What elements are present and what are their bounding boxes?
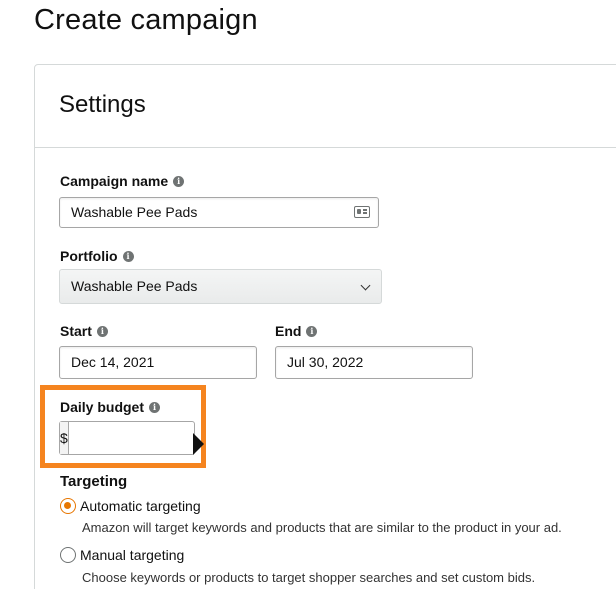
- daily-budget-field: $: [59, 421, 262, 455]
- portfolio-label-text: Portfolio: [60, 248, 118, 264]
- end-date-label-text: End: [275, 323, 302, 339]
- contact-card-icon[interactable]: [354, 206, 370, 218]
- targeting-label: Targeting: [60, 473, 128, 490]
- info-icon[interactable]: i: [122, 250, 134, 262]
- manual-targeting-label: Manual targeting: [80, 547, 185, 563]
- daily-budget-input[interactable]: [68, 422, 262, 454]
- campaign-name-input[interactable]: Washable Pee Pads: [59, 197, 379, 228]
- info-icon[interactable]: i: [306, 325, 318, 337]
- campaign-name-label: Campaign name i: [60, 173, 185, 189]
- chevron-down-icon: [360, 280, 371, 291]
- mouse-cursor-icon: [193, 433, 204, 455]
- automatic-targeting-option[interactable]: Automatic targeting: [60, 498, 201, 514]
- manual-targeting-option[interactable]: Manual targeting: [60, 547, 184, 563]
- manual-targeting-description: Choose keywords or products to target sh…: [82, 570, 536, 585]
- portfolio-select[interactable]: Washable Pee Pads: [59, 269, 382, 304]
- settings-card-header: Settings: [35, 65, 616, 148]
- info-icon[interactable]: i: [173, 175, 185, 187]
- portfolio-label: Portfolio i: [60, 248, 134, 264]
- page-title: Create campaign: [34, 4, 258, 36]
- create-campaign-page: Create campaign Settings Campaign name i…: [0, 0, 616, 589]
- manual-targeting-radio[interactable]: [60, 547, 76, 563]
- info-icon[interactable]: i: [149, 401, 161, 413]
- end-date-label: End i: [275, 323, 318, 339]
- end-date-value: Jul 30, 2022: [287, 354, 364, 370]
- daily-budget-label: Daily budget i: [60, 399, 161, 415]
- automatic-targeting-label: Automatic targeting: [80, 498, 201, 514]
- start-date-label: Start i: [60, 323, 108, 339]
- settings-title: Settings: [59, 91, 146, 118]
- portfolio-selected-value: Washable Pee Pads: [71, 278, 198, 294]
- info-icon[interactable]: i: [96, 325, 108, 337]
- campaign-name-label-text: Campaign name: [60, 173, 169, 189]
- start-date-input[interactable]: Dec 14, 2021: [59, 346, 257, 379]
- campaign-name-value: Washable Pee Pads: [71, 204, 198, 220]
- start-date-label-text: Start: [60, 323, 92, 339]
- daily-budget-label-text: Daily budget: [60, 399, 145, 415]
- automatic-targeting-radio[interactable]: [60, 498, 76, 514]
- start-date-value: Dec 14, 2021: [71, 354, 155, 370]
- currency-prefix: $: [60, 422, 69, 454]
- automatic-targeting-description: Amazon will target keywords and products…: [82, 520, 562, 535]
- end-date-input[interactable]: Jul 30, 2022: [275, 346, 473, 379]
